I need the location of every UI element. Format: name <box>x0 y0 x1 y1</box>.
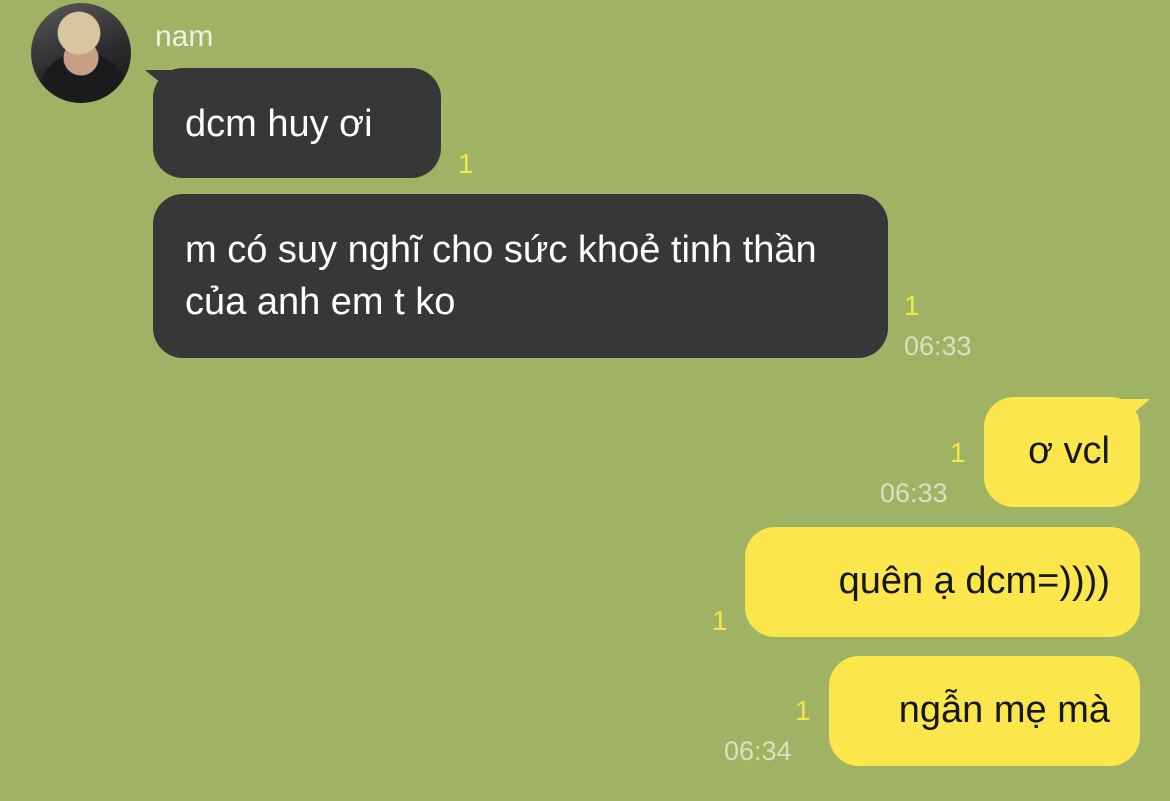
message-bubble-outgoing[interactable]: ơ vcl <box>984 397 1140 507</box>
read-count: 1 <box>904 290 920 321</box>
message-bubble-outgoing[interactable]: quên ạ dcm=)))) <box>745 527 1140 637</box>
message-bubble-outgoing[interactable]: ngẫn mẹ mà <box>829 656 1140 766</box>
message-time: 06:33 <box>904 331 972 361</box>
message-text: m có suy nghĩ cho sức khoẻ tinh thần của… <box>185 229 817 323</box>
read-count: 1 <box>458 148 474 179</box>
message-text: dcm huy ơi <box>185 103 373 145</box>
message-time: 06:34 <box>724 736 792 766</box>
read-count: 1 <box>712 605 728 636</box>
message-text: ơ vcl <box>1028 430 1110 472</box>
read-count: 1 <box>950 437 966 468</box>
message-text: ngẫn mẹ mà <box>898 689 1110 731</box>
message-text: quên ạ dcm=)))) <box>838 560 1110 602</box>
sender-name: nam <box>155 20 214 53</box>
read-count: 1 <box>795 695 811 726</box>
message-bubble-incoming[interactable]: dcm huy ơi <box>153 68 441 178</box>
avatar[interactable] <box>31 3 131 103</box>
message-bubble-incoming[interactable]: m có suy nghĩ cho sức khoẻ tinh thần của… <box>153 194 888 358</box>
message-time: 06:33 <box>880 478 948 508</box>
